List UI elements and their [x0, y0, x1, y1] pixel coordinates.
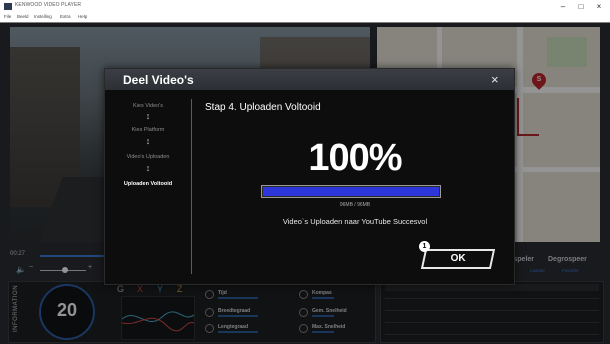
dialog-title: Deel Video's [123, 73, 194, 87]
step-1: Kies Video's [133, 103, 163, 109]
upload-size: 96MB / 96MB [339, 202, 371, 208]
upload-message: Video`s Uploaden naar YouTube Succesvol [282, 217, 428, 226]
close-window-button[interactable]: × [590, 1, 608, 12]
menu-help[interactable]: Help [78, 14, 87, 19]
app-logo-icon [4, 3, 12, 10]
upload-progress-bar [261, 185, 441, 198]
step-arrow-icon: ↕ [145, 163, 151, 173]
share-video-dialog: Deel Video's × Kies Video's ↕ Kies Platf… [104, 68, 515, 285]
window-title: KENWOOD VIDEO PLAYER [15, 2, 82, 8]
ok-button-label: OK [450, 253, 466, 264]
step-4: Uploaden Voltooid [123, 181, 173, 187]
ok-button[interactable]: OK [420, 249, 496, 269]
step-2: Kies Platform [131, 127, 165, 133]
step-3: Video's Uploaden [126, 154, 170, 160]
menu-extra[interactable]: Extra [60, 14, 71, 19]
minimize-button[interactable]: – [554, 1, 572, 12]
step-badge: 1 [419, 241, 430, 252]
maximize-button[interactable]: □ [572, 1, 590, 12]
dialog-close-button[interactable]: × [491, 72, 499, 87]
menu-file[interactable]: File [4, 14, 11, 19]
step-list: Kies Video's ↕ Kies Platform ↕ Video's U… [105, 99, 191, 279]
step-arrow-icon: ↕ [145, 136, 151, 146]
step-arrow-icon: ↕ [145, 111, 151, 121]
dialog-header: Deel Video's × [105, 69, 514, 90]
step-title: Stap 4. Uploaden Voltooid [205, 102, 321, 113]
dialog-divider [191, 99, 192, 274]
menu-settings[interactable]: Instelling [34, 14, 52, 19]
upload-percentage: 100% [308, 137, 402, 179]
title-bar: KENWOOD VIDEO PLAYER – □ × [0, 0, 610, 13]
menu-view[interactable]: Beeld [17, 14, 29, 19]
upload-progress-fill [263, 187, 439, 196]
